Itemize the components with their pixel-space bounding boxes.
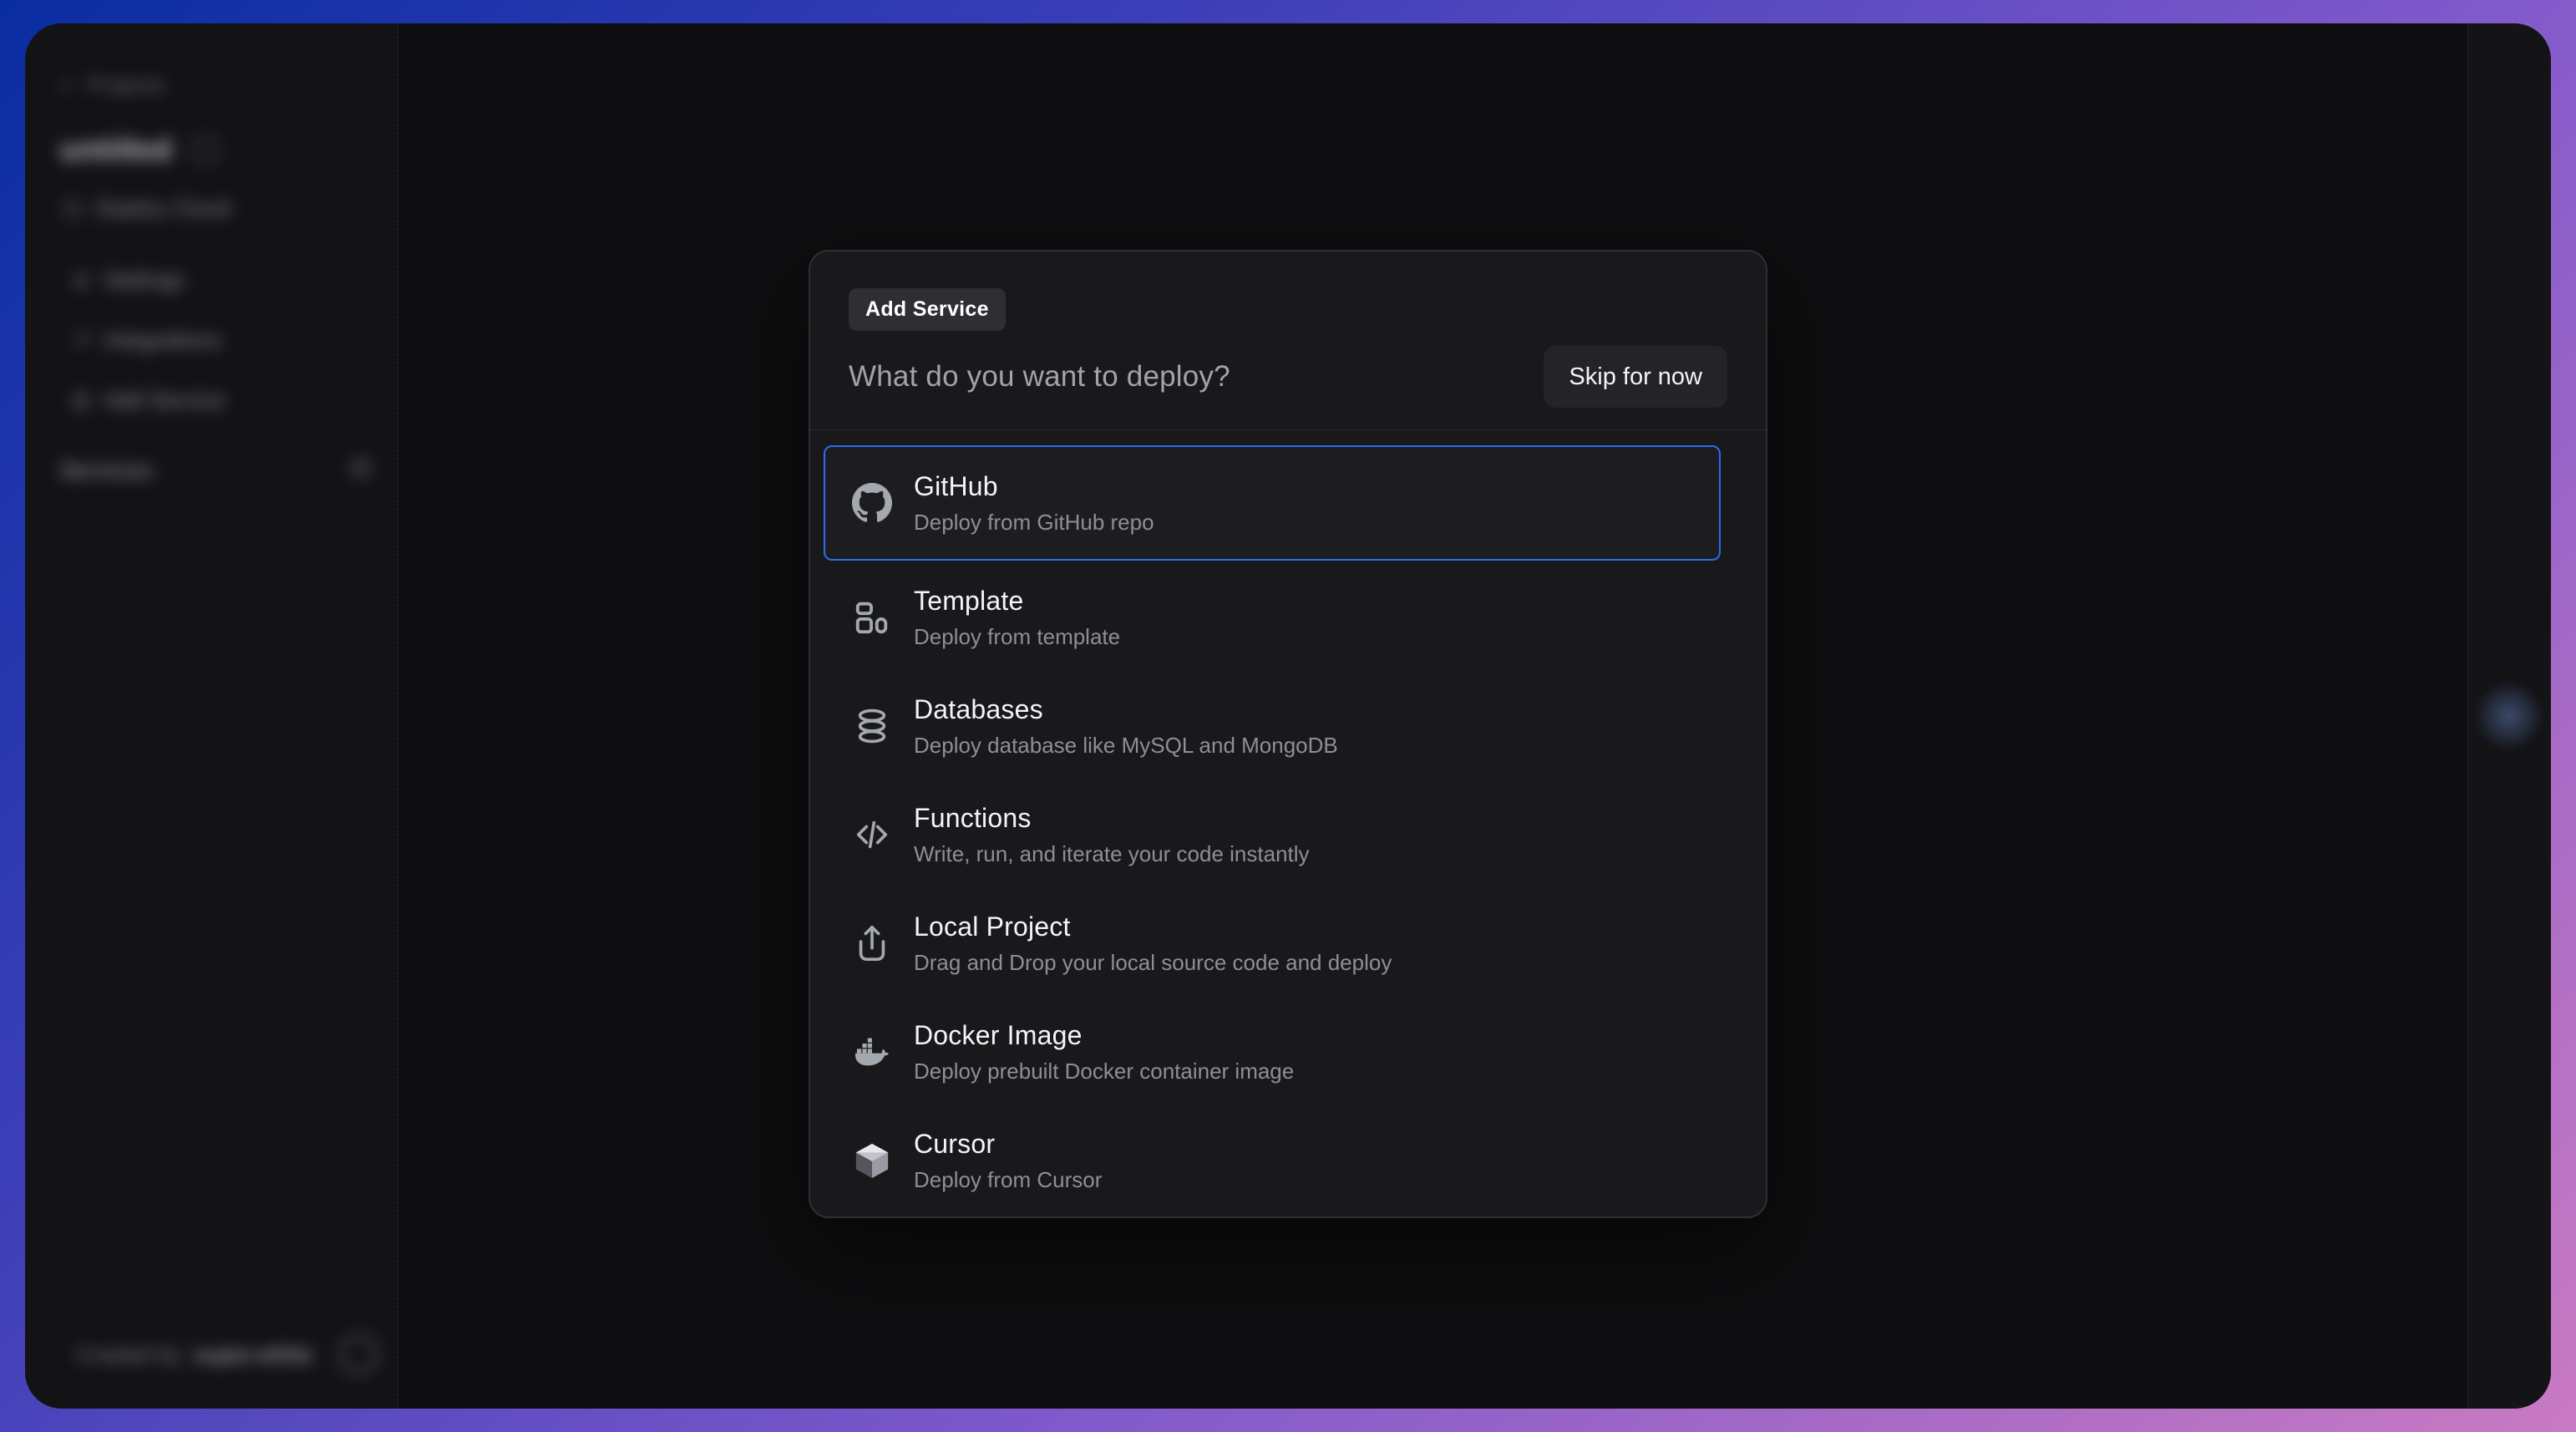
chevron-left-icon bbox=[57, 76, 75, 94]
option-title: GitHub bbox=[914, 471, 1154, 502]
option-description: Deploy prebuilt Docker container image bbox=[914, 1059, 1294, 1084]
services-section-header: Services bbox=[60, 458, 153, 484]
right-dock bbox=[2467, 23, 2551, 1409]
option-title: Cursor bbox=[914, 1129, 1102, 1160]
sidebar-item-label: Integrations bbox=[104, 328, 221, 353]
back-label: Projects bbox=[87, 72, 165, 98]
back-to-projects-link[interactable]: Projects bbox=[57, 72, 165, 98]
cursor-icon bbox=[850, 1141, 894, 1180]
sidebar-blurred-content: Projects untitled Deploy Cloud Settings bbox=[25, 23, 398, 1409]
modal-header: Add Service What do you want to deploy? … bbox=[810, 251, 1766, 430]
option-description: Deploy from Cursor bbox=[914, 1167, 1102, 1193]
option-description: Deploy database like MySQL and MongoDB bbox=[914, 733, 1338, 759]
deploy-option-template[interactable]: Template Deploy from template bbox=[824, 566, 1721, 669]
option-description: Deploy from GitHub repo bbox=[914, 510, 1154, 536]
local-project-icon bbox=[850, 924, 894, 962]
cube-icon[interactable] bbox=[349, 456, 373, 480]
option-description: Drag and Drop your local source code and… bbox=[914, 950, 1392, 976]
deploy-option-github[interactable]: GitHub Deploy from GitHub repo bbox=[824, 445, 1721, 561]
option-description: Deploy from template bbox=[914, 624, 1120, 650]
deploy-option-functions[interactable]: Functions Write, run, and iterate your c… bbox=[824, 783, 1721, 886]
add-service-modal: Add Service What do you want to deploy? … bbox=[809, 250, 1767, 1218]
sidebar: Projects untitled Deploy Cloud Settings bbox=[25, 23, 398, 1409]
help-icon[interactable] bbox=[339, 1335, 378, 1374]
databases-icon bbox=[850, 707, 894, 745]
integrations-icon bbox=[70, 330, 92, 352]
edit-icon[interactable] bbox=[192, 137, 217, 162]
deploy-option-local-project[interactable]: Local Project Drag and Drop your local s… bbox=[824, 891, 1721, 995]
docker-icon bbox=[850, 1032, 894, 1072]
sidebar-footer[interactable]: Created by super.white bbox=[75, 1335, 378, 1374]
deploy-option-cursor[interactable]: Cursor Deploy from Cursor bbox=[824, 1109, 1721, 1212]
deploy-option-databases[interactable]: Databases Deploy database like MySQL and… bbox=[824, 674, 1721, 778]
region-icon bbox=[62, 198, 84, 220]
project-region[interactable]: Deploy Cloud bbox=[62, 196, 231, 221]
sidebar-item-settings[interactable]: Settings bbox=[70, 267, 185, 293]
sidebar-item-label: Settings bbox=[104, 267, 185, 293]
deploy-options-list: GitHub Deploy from GitHub repo Template … bbox=[824, 445, 1721, 1212]
sidebar-item-add-service[interactable]: Add Service bbox=[70, 388, 226, 414]
option-title: Local Project bbox=[914, 912, 1392, 942]
option-title: Databases bbox=[914, 694, 1338, 725]
skip-for-now-button[interactable]: Skip for now bbox=[1544, 346, 1727, 408]
template-icon bbox=[850, 598, 894, 637]
github-icon bbox=[850, 483, 894, 523]
sidebar-item-label: Add Service bbox=[104, 388, 226, 414]
option-title: Template bbox=[914, 586, 1120, 617]
modal-title: What do you want to deploy? bbox=[849, 360, 1230, 394]
add-service-badge: Add Service bbox=[849, 288, 1006, 331]
sidebar-item-integrations[interactable]: Integrations bbox=[70, 328, 221, 353]
floating-action-glow-icon[interactable] bbox=[2475, 682, 2543, 750]
option-title: Functions bbox=[914, 803, 1310, 834]
project-title: untitled bbox=[60, 132, 217, 167]
footer-prefix: Created by bbox=[75, 1342, 181, 1368]
app-window: Projects untitled Deploy Cloud Settings bbox=[25, 23, 2551, 1409]
gear-icon bbox=[70, 270, 92, 292]
footer-user-name: super.white bbox=[193, 1342, 312, 1368]
option-description: Write, run, and iterate your code instan… bbox=[914, 841, 1310, 867]
functions-icon bbox=[850, 815, 894, 854]
deploy-option-docker-image[interactable]: Docker Image Deploy prebuilt Docker cont… bbox=[824, 1000, 1721, 1104]
option-title: Docker Image bbox=[914, 1020, 1294, 1051]
plus-icon bbox=[70, 390, 92, 412]
